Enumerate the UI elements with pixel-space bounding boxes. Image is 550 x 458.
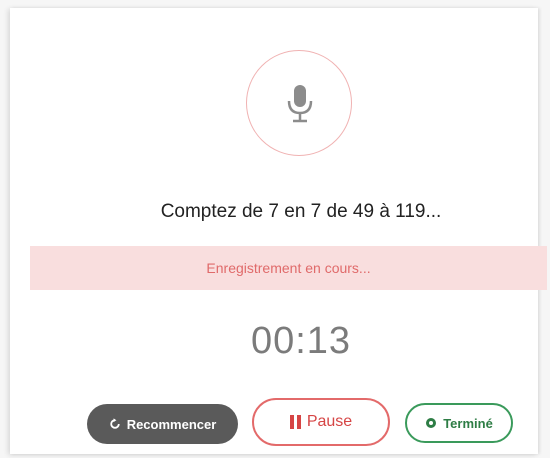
recording-card: Comptez de 7 en 7 de 49 à 119... Enregis… — [10, 8, 547, 454]
done-button-label: Terminé — [443, 415, 493, 431]
microphone-icon — [287, 85, 313, 123]
instruction-text: Comptez de 7 en 7 de 49 à 119... — [160, 201, 442, 222]
recording-timer: 00:13 — [250, 320, 352, 362]
microphone-indicator — [246, 50, 352, 156]
restart-icon — [110, 418, 120, 429]
pause-button-label: Pause — [306, 413, 353, 430]
pause-icon — [289, 415, 301, 429]
done-button[interactable]: Terminé — [405, 403, 513, 443]
recording-page: Comptez de 7 en 7 de 49 à 119... Enregis… — [0, 0, 550, 458]
record-dot-icon — [426, 418, 437, 428]
recording-status-banner: Enregistrement en cours... — [30, 246, 547, 290]
restart-button-label: Recommencer — [126, 416, 217, 432]
pause-button[interactable]: Pause — [252, 398, 390, 446]
restart-button[interactable]: Recommencer — [87, 404, 238, 444]
recording-status-text: Enregistrement en cours... — [206, 260, 371, 276]
